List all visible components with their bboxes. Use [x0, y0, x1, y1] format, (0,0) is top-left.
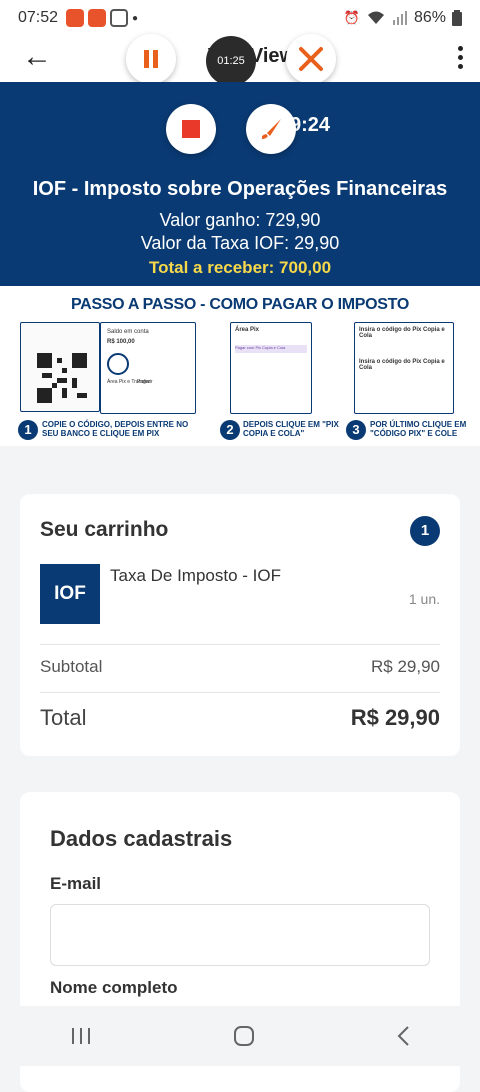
back-arrow-icon[interactable]: ←: [22, 40, 52, 74]
total-receber: Total a receber: 700,00: [0, 258, 480, 278]
tools-button[interactable]: [286, 34, 336, 84]
divider: [40, 644, 440, 645]
app-notification-icon: [88, 9, 107, 27]
shot3-label2: Insira o código do Pix Copia e Cola: [359, 359, 445, 371]
pause-icon: [144, 50, 158, 68]
cart-title: Seu carrinho: [40, 518, 169, 541]
status-bar: 07:52 ● ⏰ 86%: [0, 0, 480, 36]
system-nav-bar: [0, 1006, 480, 1066]
divider: [40, 692, 440, 693]
battery-icon: [452, 10, 462, 26]
alarm-icon: ⏰: [343, 10, 360, 25]
brush-icon: [261, 119, 281, 139]
step3-screenshot: Insira o código do Pix Copia e Cola Insi…: [354, 322, 454, 414]
banner-title: IOF - Imposto sobre Operações Financeira…: [32, 178, 448, 200]
total-label: Total: [40, 705, 87, 730]
email-field[interactable]: [50, 904, 430, 966]
step3-number: 3: [346, 420, 366, 440]
shot1-valor: R$ 100,00: [107, 339, 135, 345]
steps-instructions: PASSO A PASSO - COMO PAGAR O IMPOSTO Sal…: [0, 286, 480, 446]
total-receber-label: Total a receber:: [148, 258, 275, 277]
draw-button[interactable]: [246, 104, 296, 154]
valor-ganho: Valor ganho: 729,90: [159, 210, 321, 230]
step2-number: 2: [220, 420, 240, 440]
tools-icon: [299, 47, 323, 71]
total-value: R$ 29,90: [350, 705, 440, 730]
banner-clock: 9:24: [290, 114, 331, 136]
iof-banner: 9:24 IOF - Imposto sobre Operações Finan…: [0, 82, 480, 286]
youtube-notification-icon: [66, 9, 85, 27]
recording-timer: 01:25: [206, 36, 256, 86]
product-name: Taxa De Imposto - IOF: [110, 566, 281, 585]
total-receber-value: 700,00: [279, 258, 332, 277]
email-label: E-mail: [50, 874, 102, 893]
cart-count-badge: 1: [410, 516, 440, 546]
shot2-copia-cola: Pagar com Pix Copia e Cola: [235, 345, 307, 353]
shot1-pagar: Pagar: [137, 379, 151, 385]
valor-taxa: Valor da Taxa IOF: 29,90: [140, 233, 340, 253]
subtotal-value: R$ 29,90: [371, 657, 440, 676]
overflow-menu-icon[interactable]: [456, 42, 464, 73]
step3-caption: POR ÚLTIMO CLIQUE EM "CÓDIGO PIX" E COLE: [370, 420, 467, 438]
more-notifications-dot-icon: ●: [132, 12, 139, 24]
cart-card: Seu carrinho 1 IOF Taxa De Imposto - IOF…: [20, 494, 460, 756]
form-title: Dados cadastrais: [50, 826, 233, 851]
stop-recording-button[interactable]: [166, 104, 216, 154]
qr-code-icon: [37, 353, 87, 403]
subtotal-label: Subtotal: [40, 657, 103, 676]
shot2-title: Área Pix: [235, 327, 260, 333]
shot1-saldo: Saldo em conta: [107, 329, 149, 335]
step1-bank-screenshot: Saldo em conta R$ 100,00 Área Pix e Tran…: [100, 322, 196, 414]
product-thumbnail: IOF: [40, 564, 100, 624]
step1-qr-screenshot: [20, 322, 100, 412]
step1-number: 1: [18, 420, 38, 440]
step2-screenshot: Área Pix Pagar com Pix Copia e Cola: [230, 322, 312, 414]
recent-apps-icon[interactable]: [70, 1026, 92, 1046]
home-icon[interactable]: [233, 1025, 255, 1047]
full-name-label: Nome completo: [50, 978, 178, 997]
signal-icon: [392, 11, 407, 25]
wifi-icon: [367, 11, 384, 24]
step2-caption: DEPOIS CLIQUE EM "PIX COPIA E COLA": [243, 420, 339, 438]
shot3-label1: Insira o código do Pix Copia e Cola: [359, 327, 445, 339]
back-nav-icon[interactable]: [396, 1025, 410, 1047]
status-time: 07:52: [18, 9, 59, 26]
gallery-notification-icon: [110, 9, 129, 27]
shot1-pix-circle: [107, 353, 129, 375]
battery-percent: 86%: [413, 9, 446, 26]
steps-title: PASSO A PASSO - COMO PAGAR O IMPOSTO: [71, 296, 409, 313]
step1-caption: COPIE O CÓDIGO, DEPOIS ENTRE NO SEU BANC…: [42, 420, 189, 438]
pause-recording-button[interactable]: [126, 34, 176, 84]
stop-icon: [182, 120, 200, 138]
product-quantity: 1 un.: [408, 591, 440, 607]
